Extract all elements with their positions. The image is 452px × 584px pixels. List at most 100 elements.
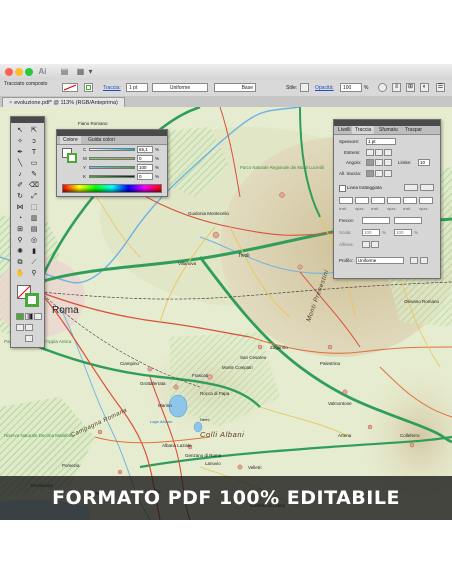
spectrum-bar[interactable]: [62, 184, 162, 193]
eraser-tool-icon[interactable]: ⌫: [29, 181, 39, 190]
butt-cap-button[interactable]: [366, 149, 374, 156]
gradient-tool-icon[interactable]: ▤: [29, 225, 39, 234]
variable-width-profile-dropdown[interactable]: Uniforme: [152, 83, 208, 92]
width-tool-icon[interactable]: ⋈: [15, 203, 25, 212]
dash-2-field[interactable]: [371, 197, 385, 204]
selection-tool-icon[interactable]: ↖: [15, 126, 25, 135]
recolor-icon[interactable]: [378, 83, 387, 92]
mesh-tool-icon[interactable]: ⊞: [15, 225, 25, 234]
color-mode-button[interactable]: [16, 313, 24, 320]
channel-y-field[interactable]: 100: [137, 164, 153, 171]
round-cap-button[interactable]: [375, 149, 383, 156]
tab-trasparenza[interactable]: Traspar: [402, 126, 425, 134]
free-transform-tool-icon[interactable]: ⬚: [29, 203, 39, 212]
tab-colore[interactable]: Colore: [60, 136, 81, 144]
lasso-tool-icon[interactable]: ↄ: [29, 137, 39, 146]
panel-menu-icon[interactable]: ☰: [436, 83, 445, 92]
document-icon[interactable]: ▤: [60, 67, 69, 76]
paintbrush-tool-icon[interactable]: ♪: [15, 170, 25, 179]
draw-mode-button[interactable]: [16, 324, 24, 331]
blob-brush-tool-icon[interactable]: ✐: [15, 181, 25, 190]
channel-m-field[interactable]: 0: [137, 155, 153, 162]
limit-field[interactable]: 10: [418, 159, 430, 166]
rectangle-tool-icon[interactable]: ▭: [29, 159, 39, 168]
flip-vertical-button[interactable]: [420, 257, 428, 264]
preserve-dash-button[interactable]: [404, 184, 418, 191]
dash-3-field[interactable]: [403, 197, 417, 204]
stroke-weight-field[interactable]: 1 pt: [126, 83, 148, 92]
stroke-swatch-button[interactable]: [84, 83, 93, 92]
tab-guida-colori[interactable]: Guida colori: [85, 136, 118, 144]
magic-wand-tool-icon[interactable]: ✧: [15, 137, 25, 146]
brush-definition-dropdown[interactable]: Base: [214, 83, 256, 92]
channel-y-slider[interactable]: [89, 166, 135, 169]
symbol-sprayer-tool-icon[interactable]: ✺: [15, 247, 25, 256]
type-tool-icon[interactable]: T: [29, 148, 39, 157]
draw-behind-button[interactable]: [25, 324, 33, 331]
fill-swatch-none-button[interactable]: [62, 83, 78, 92]
gap-2-field[interactable]: [387, 197, 401, 204]
end-arrow-dropdown[interactable]: [394, 217, 422, 224]
stroke-green-swatch[interactable]: [25, 293, 39, 307]
transform-icon[interactable]: ⊞: [406, 83, 415, 92]
close-window-button[interactable]: [5, 68, 13, 76]
isolate-icon[interactable]: ◐: [420, 83, 429, 92]
blend-tool-icon[interactable]: ◎: [29, 236, 39, 245]
minimize-window-button[interactable]: [15, 68, 23, 76]
profile-dropdown[interactable]: Uniforme: [356, 257, 404, 264]
bevel-join-button[interactable]: [384, 159, 392, 166]
channel-c-slider[interactable]: [89, 148, 135, 151]
slice-tool-icon[interactable]: ⟋: [29, 258, 39, 267]
tools-panel-header[interactable]: [11, 117, 44, 123]
gap-3-field[interactable]: [419, 197, 433, 204]
pencil-tool-icon[interactable]: ✎: [29, 170, 39, 179]
end-scale-field[interactable]: 100: [394, 229, 412, 236]
dash-1-field[interactable]: [339, 197, 353, 204]
start-scale-field[interactable]: 100: [362, 229, 380, 236]
graphic-style-button[interactable]: [300, 83, 309, 92]
tab-livelli[interactable]: Livelli: [335, 126, 354, 134]
channel-m-slider[interactable]: [89, 157, 135, 160]
tab-traccia[interactable]: Traccia: [352, 126, 375, 134]
rotate-tool-icon[interactable]: ↻: [15, 192, 25, 201]
close-tab-icon[interactable]: ×: [9, 100, 12, 106]
tab-sfumatura[interactable]: Sfumatu: [376, 126, 401, 134]
workspace-icon[interactable]: ▦: [76, 67, 85, 76]
zoom-tool-icon[interactable]: ⚲: [29, 269, 39, 278]
direct-selection-tool-icon[interactable]: ⇱: [29, 126, 39, 135]
align-dash-button[interactable]: [420, 184, 434, 191]
arrow-tip-extend-button[interactable]: [362, 241, 370, 248]
shape-builder-tool-icon[interactable]: ◔: [15, 214, 25, 223]
weight-field[interactable]: 1 pt: [366, 138, 396, 145]
round-join-button[interactable]: [375, 159, 383, 166]
hand-tool-icon[interactable]: ✋: [15, 269, 25, 278]
gap-1-field[interactable]: [355, 197, 369, 204]
ai-logo-icon[interactable]: Ai: [38, 67, 47, 76]
zoom-window-button[interactable]: [25, 68, 33, 76]
channel-k-field[interactable]: 0: [137, 173, 153, 180]
channel-c-field[interactable]: 65,1: [137, 146, 153, 153]
opacity-field[interactable]: 100: [340, 83, 362, 92]
color-fill-stroke-swatch[interactable]: [62, 148, 77, 163]
line-tool-icon[interactable]: ╲: [15, 159, 25, 168]
align-outside-button[interactable]: [384, 170, 392, 177]
none-mode-button[interactable]: [34, 313, 42, 320]
start-arrow-dropdown[interactable]: [362, 217, 390, 224]
arrow-tip-place-button[interactable]: [371, 241, 379, 248]
column-graph-tool-icon[interactable]: ▮: [29, 247, 39, 256]
miter-join-button[interactable]: [366, 159, 374, 166]
eyedropper-tool-icon[interactable]: ⚲: [15, 236, 25, 245]
scale-tool-icon[interactable]: ⤢: [29, 192, 39, 201]
screen-mode-button[interactable]: [25, 335, 33, 342]
channel-k-slider[interactable]: [89, 175, 135, 178]
align-center-button[interactable]: [366, 170, 374, 177]
flip-horizontal-button[interactable]: [410, 257, 418, 264]
artboard-tool-icon[interactable]: ⧉: [15, 258, 25, 267]
chevron-down-icon[interactable]: ▾: [86, 67, 95, 76]
gradient-mode-button[interactable]: [25, 313, 33, 320]
dashed-line-checkbox[interactable]: [339, 185, 346, 192]
align-icon[interactable]: ≡: [392, 83, 401, 92]
pen-tool-icon[interactable]: ✒: [15, 148, 25, 157]
perspective-grid-tool-icon[interactable]: ▥: [29, 214, 39, 223]
align-inside-button[interactable]: [375, 170, 383, 177]
